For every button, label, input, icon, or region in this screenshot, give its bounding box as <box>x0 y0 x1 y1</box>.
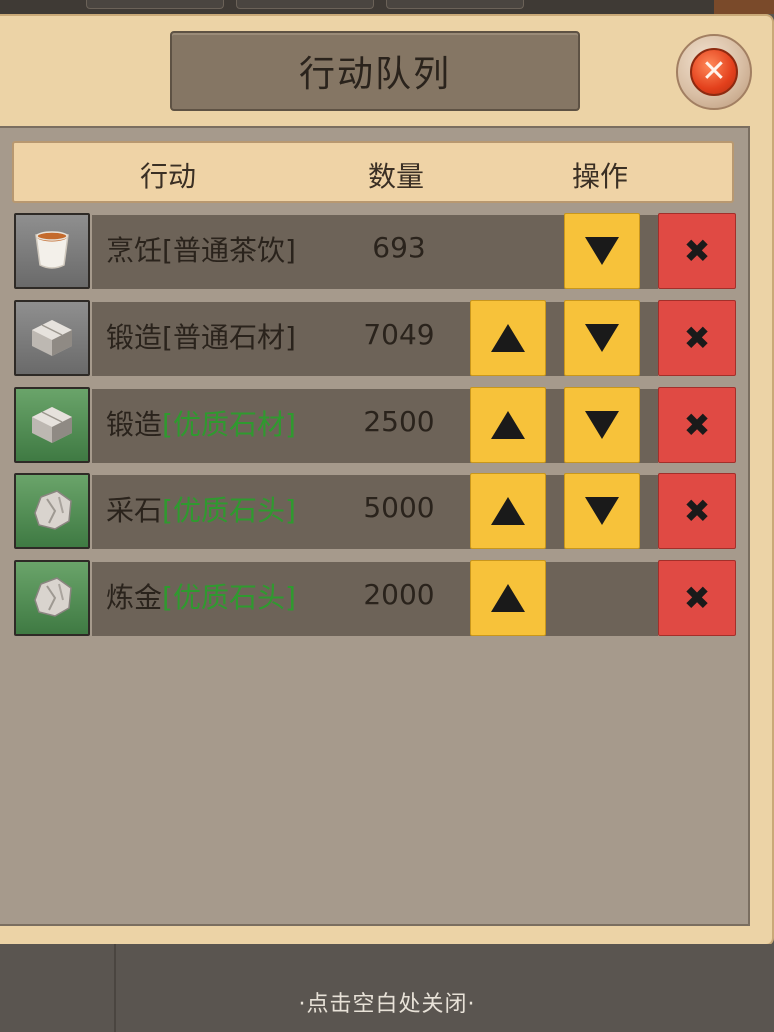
item-slot[interactable] <box>14 560 90 636</box>
tea-cup-icon <box>26 223 78 279</box>
close-x-icon: ✖ <box>683 319 711 357</box>
action-name: 锻造[优质石材] <box>106 403 296 443</box>
move-up-button[interactable] <box>470 560 546 636</box>
dialog-title: 行动队列 <box>170 31 580 111</box>
header-quantity: 数量 <box>368 160 425 193</box>
action-quantity: 7049 <box>363 318 435 351</box>
table-header: 行动 数量 操作 <box>12 141 734 203</box>
close-x-icon: ✖ <box>683 492 711 530</box>
move-up-button[interactable] <box>470 473 546 549</box>
move-down-button[interactable] <box>564 473 640 549</box>
hud-tab[interactable] <box>236 0 374 9</box>
close-x-icon: ✕ <box>690 48 738 96</box>
item-slot[interactable] <box>14 300 90 376</box>
move-up-button[interactable] <box>470 387 546 463</box>
item-name: [优质石材] <box>162 408 296 441</box>
rock-icon <box>25 570 79 626</box>
close-x-icon: ✖ <box>683 232 711 270</box>
queue-row: 锻造[普通石材] 7049 ✖ <box>14 300 736 378</box>
hud-tab[interactable] <box>86 0 224 9</box>
move-up-button[interactable] <box>470 300 546 376</box>
action-name: 炼金[优质石头] <box>106 576 296 616</box>
remove-button[interactable]: ✖ <box>658 213 736 289</box>
item-slot[interactable] <box>14 473 90 549</box>
hud-decoration <box>714 0 774 14</box>
arrow-up-icon <box>491 411 525 439</box>
close-hint-text[interactable]: ·点击空白处关闭· <box>0 986 774 1018</box>
close-button[interactable]: ✕ <box>676 34 752 110</box>
close-x-icon: ✖ <box>683 579 711 617</box>
top-hud-strip <box>0 0 774 14</box>
remove-button[interactable]: ✖ <box>658 560 736 636</box>
action-quantity: 5000 <box>363 491 435 524</box>
arrow-down-icon <box>585 237 619 265</box>
item-name: [优质石头] <box>162 581 296 614</box>
item-slot[interactable] <box>14 213 90 289</box>
action-quantity: 2000 <box>363 578 435 611</box>
stone-block-icon <box>24 397 80 453</box>
item-name: [普通石材] <box>162 321 296 354</box>
rock-icon <box>25 483 79 539</box>
action-verb: 炼金 <box>106 581 163 614</box>
header-operation: 操作 <box>572 160 629 193</box>
item-slot[interactable] <box>14 387 90 463</box>
item-name: [普通茶饮] <box>162 234 296 267</box>
move-down-button[interactable] <box>564 213 640 289</box>
action-quantity: 2500 <box>363 405 435 438</box>
action-verb: 锻造 <box>106 321 163 354</box>
header-action: 行动 <box>140 160 197 193</box>
stone-block-icon <box>24 310 80 366</box>
arrow-down-icon <box>585 411 619 439</box>
action-name: 烹饪[普通茶饮] <box>106 229 296 269</box>
close-x-icon: ✖ <box>683 406 711 444</box>
queue-row: 烹饪[普通茶饮] 693 ✖ <box>14 213 736 291</box>
arrow-up-icon <box>491 497 525 525</box>
arrow-up-icon <box>491 324 525 352</box>
queue-row: 锻造[优质石材] 2500 ✖ <box>14 387 736 465</box>
action-name: 锻造[普通石材] <box>106 316 296 356</box>
action-verb: 烹饪 <box>106 234 163 267</box>
remove-button[interactable]: ✖ <box>658 473 736 549</box>
arrow-up-icon <box>491 584 525 612</box>
queue-row: 炼金[优质石头] 2000 ✖ <box>14 560 736 638</box>
action-name: 采石[优质石头] <box>106 489 296 529</box>
action-verb: 锻造 <box>106 408 163 441</box>
remove-button[interactable]: ✖ <box>658 387 736 463</box>
remove-button[interactable]: ✖ <box>658 300 736 376</box>
queue-row: 采石[优质石头] 5000 ✖ <box>14 473 736 551</box>
item-name: [优质石头] <box>162 494 296 527</box>
move-down-button[interactable] <box>564 300 640 376</box>
arrow-down-icon <box>585 324 619 352</box>
hud-tab[interactable] <box>386 0 524 9</box>
action-verb: 采石 <box>106 494 163 527</box>
arrow-down-icon <box>585 497 619 525</box>
move-down-button[interactable] <box>564 387 640 463</box>
action-quantity: 693 <box>372 231 426 264</box>
